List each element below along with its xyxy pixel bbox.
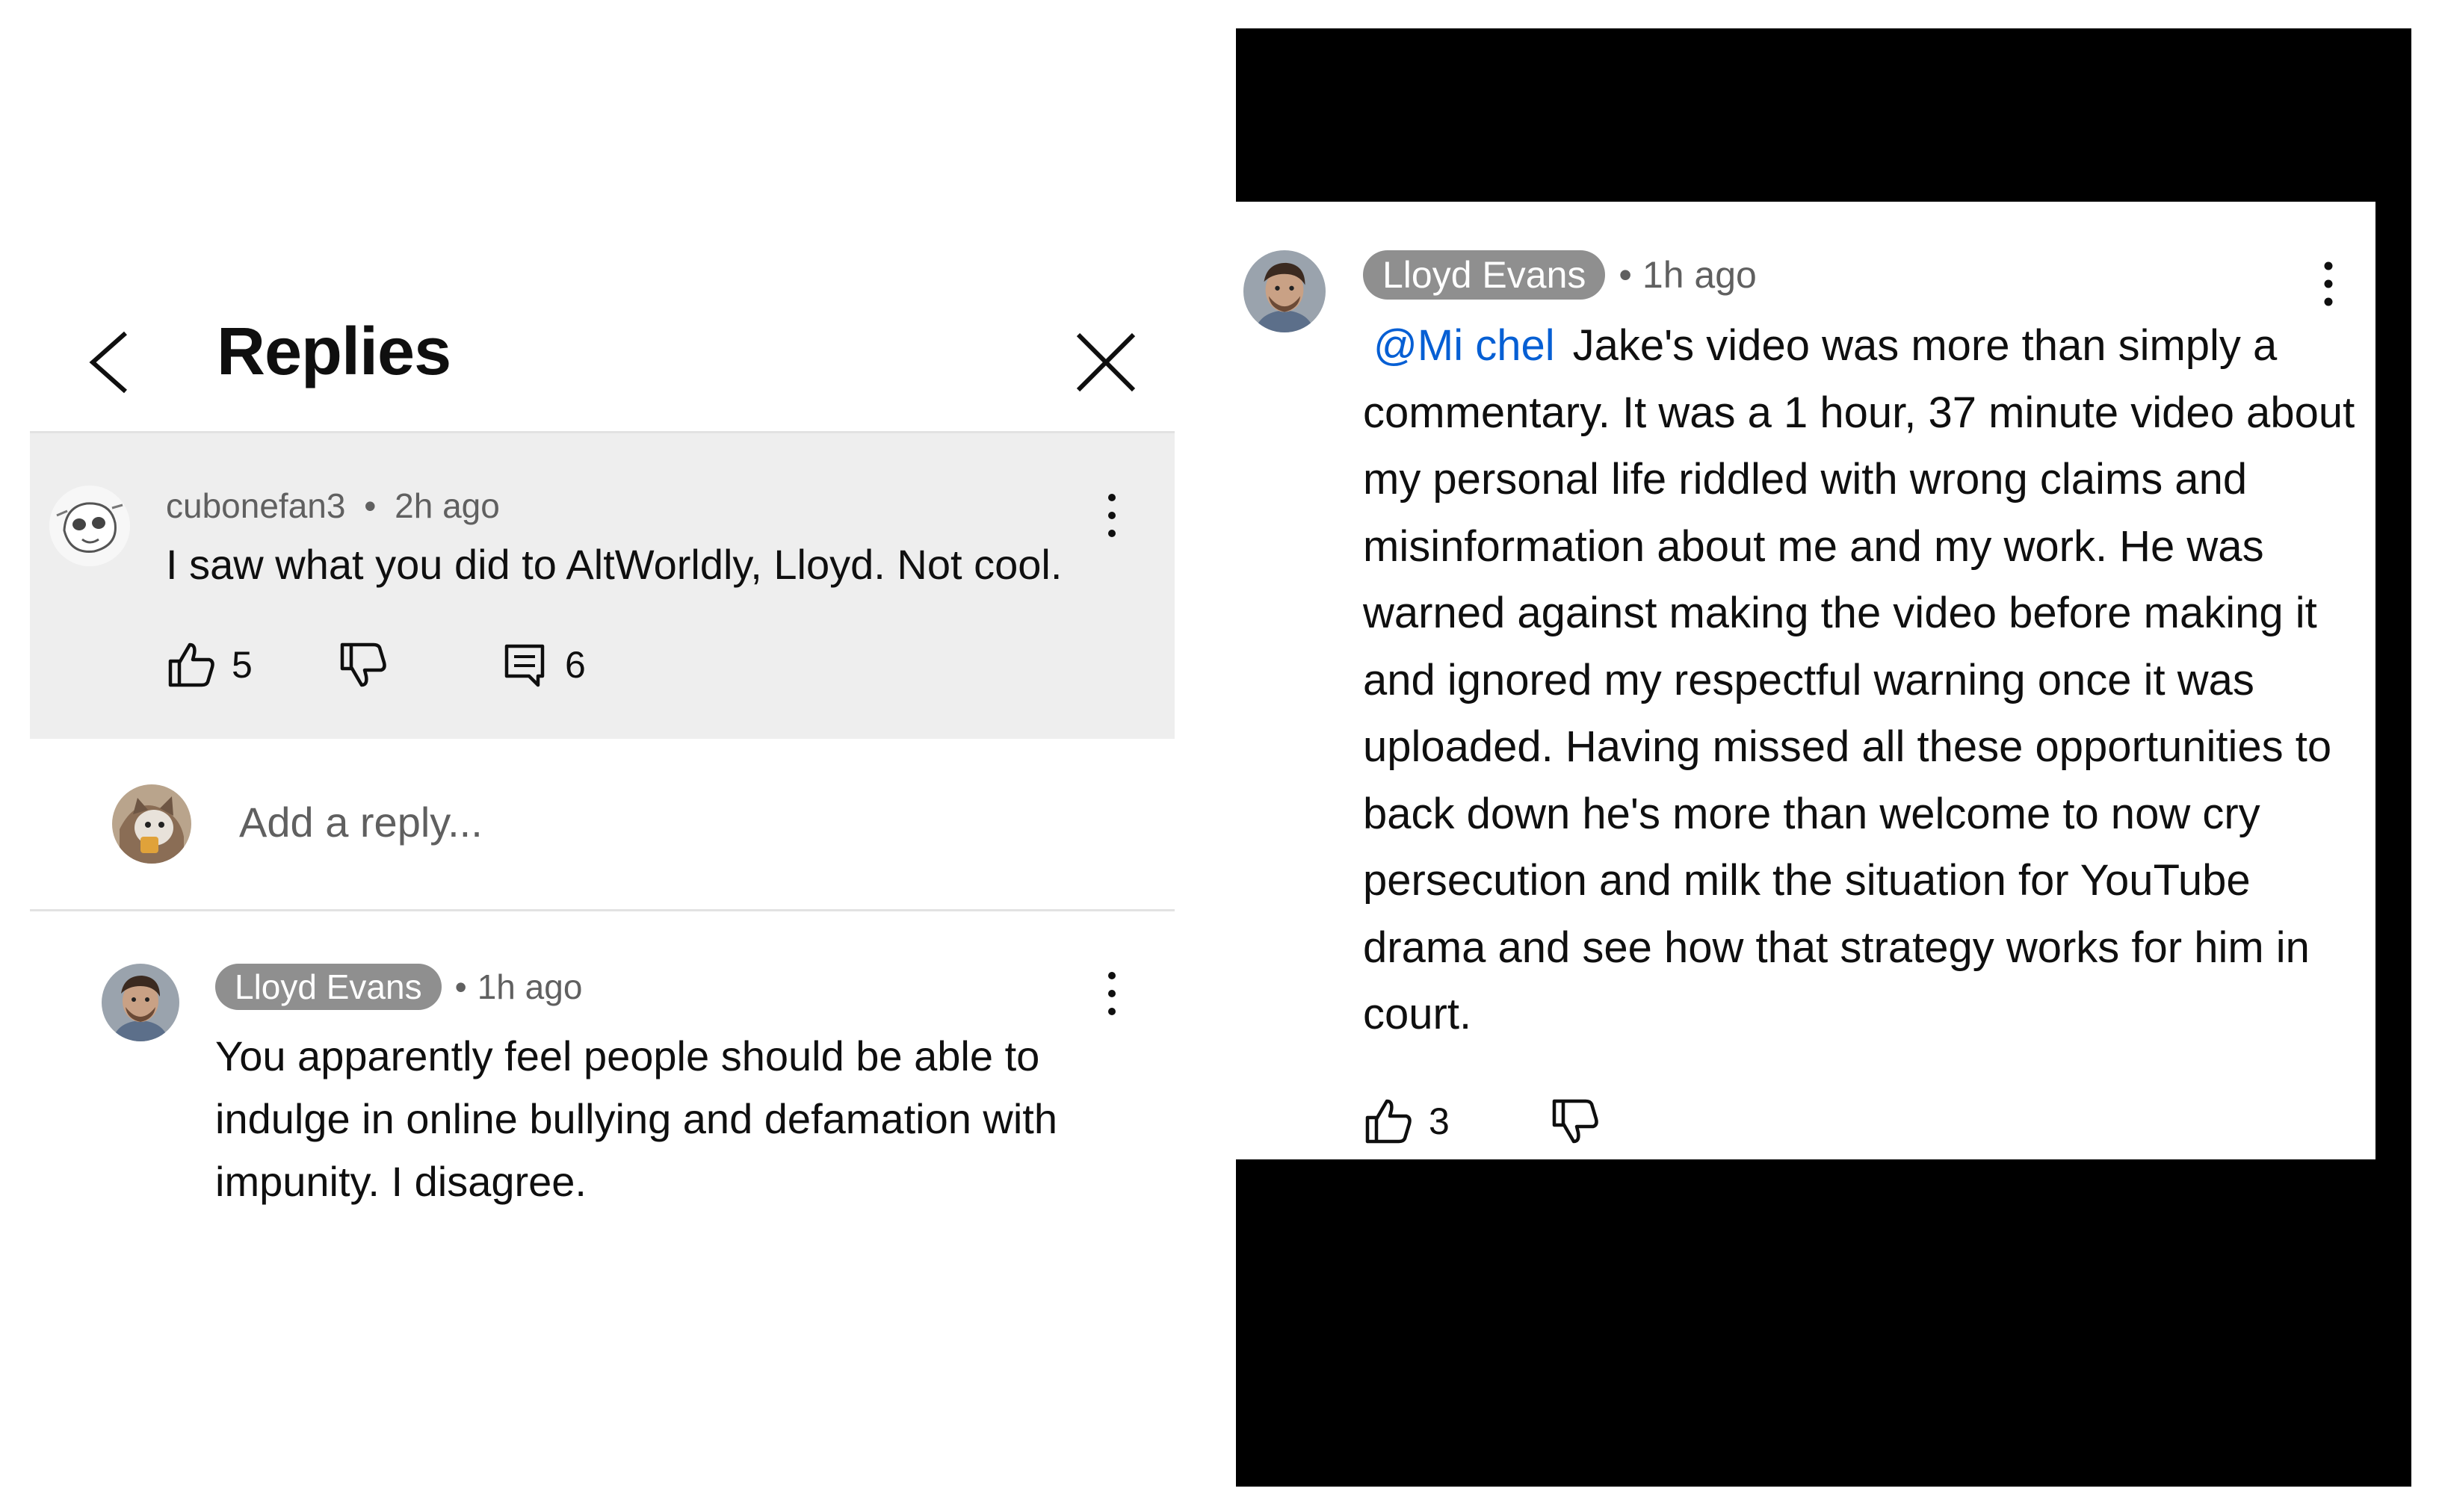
more-vertical-icon [1108,972,1116,1015]
avatar[interactable] [102,964,179,1041]
more-vertical-icon [2324,261,2333,306]
comment-time: 1h ago [1642,254,1757,296]
comment-text: I saw what you did to AltWorldly, Lloyd.… [166,541,1063,588]
comment-time: 2h ago [395,486,500,525]
more-vertical-icon [1108,494,1116,537]
add-reply-row [30,769,1175,911]
comment-author[interactable]: cubonefan3 [166,486,345,525]
meta-separator: • [364,486,377,525]
comment-body: @Mi chel Jake's video was more than simpl… [1363,312,2364,1048]
reply-count: 6 [565,644,586,686]
comment-time: 1h ago [477,967,583,1006]
like-count: 5 [232,644,253,686]
avatar[interactable] [1243,250,1326,332]
back-button[interactable] [79,329,139,396]
thumbs-up-icon [1365,1099,1412,1144]
close-button[interactable] [1065,321,1147,403]
mention-link[interactable]: @Mi chel [1373,321,1555,370]
add-reply-input[interactable] [239,784,1061,859]
comment-menu-button[interactable] [1097,486,1127,545]
like-button[interactable]: 3 [1363,1095,1450,1147]
user-avatar-icon [112,784,191,864]
dislike-button[interactable] [338,639,390,691]
chevron-left-icon [89,331,127,394]
dislike-button[interactable] [1550,1095,1602,1147]
author-badge[interactable]: Lloyd Evans [215,964,442,1010]
comment-icon [504,644,545,687]
reply-count-button[interactable]: 6 [499,639,586,691]
meta-separator: • [454,967,467,1006]
avatar[interactable] [49,486,130,566]
like-count: 3 [1429,1100,1450,1142]
parent-comment: cubonefan3 • 2h ago I saw what you did t… [30,431,1175,739]
meta-separator: • [1619,254,1632,296]
comment-text: You apparently feel people should be abl… [215,1032,1057,1205]
thumbs-up-icon [168,642,214,687]
replies-header: Replies [30,299,1173,426]
lloyd-avatar-icon [1243,250,1326,332]
avatar[interactable] [112,784,191,864]
cubone-avatar-icon [49,486,130,566]
comment-meta: Lloyd Evans • 1h ago [215,964,582,1010]
comment-menu-button[interactable] [2313,254,2343,314]
like-button[interactable]: 5 [166,639,253,691]
zoomed-comment-panel: Lloyd Evans • 1h ago @Mi chel Jake's vide… [1236,28,2411,1487]
author-badge[interactable]: Lloyd Evans [1363,250,1606,300]
thumbs-down-icon [340,642,386,687]
comment-menu-button[interactable] [1097,964,1127,1023]
close-icon [1076,332,1136,392]
thumbs-down-icon [1552,1099,1598,1144]
comment-text: Jake's video was more than simply a comm… [1363,321,2355,1038]
page-title: Replies [217,315,451,389]
lloyd-avatar-icon [102,964,179,1041]
comment-meta: cubonefan3 • 2h ago [166,486,500,526]
comment-meta: Lloyd Evans • 1h ago [1363,250,1757,300]
zoomed-comment-card: Lloyd Evans • 1h ago @Mi chel Jake's vide… [1236,202,2375,1159]
reply-comment: Lloyd Evans • 1h ago You apparently feel… [30,956,1175,1255]
replies-panel: Replies cubonefan3 • 2h ago I saw what y… [0,0,1211,1512]
